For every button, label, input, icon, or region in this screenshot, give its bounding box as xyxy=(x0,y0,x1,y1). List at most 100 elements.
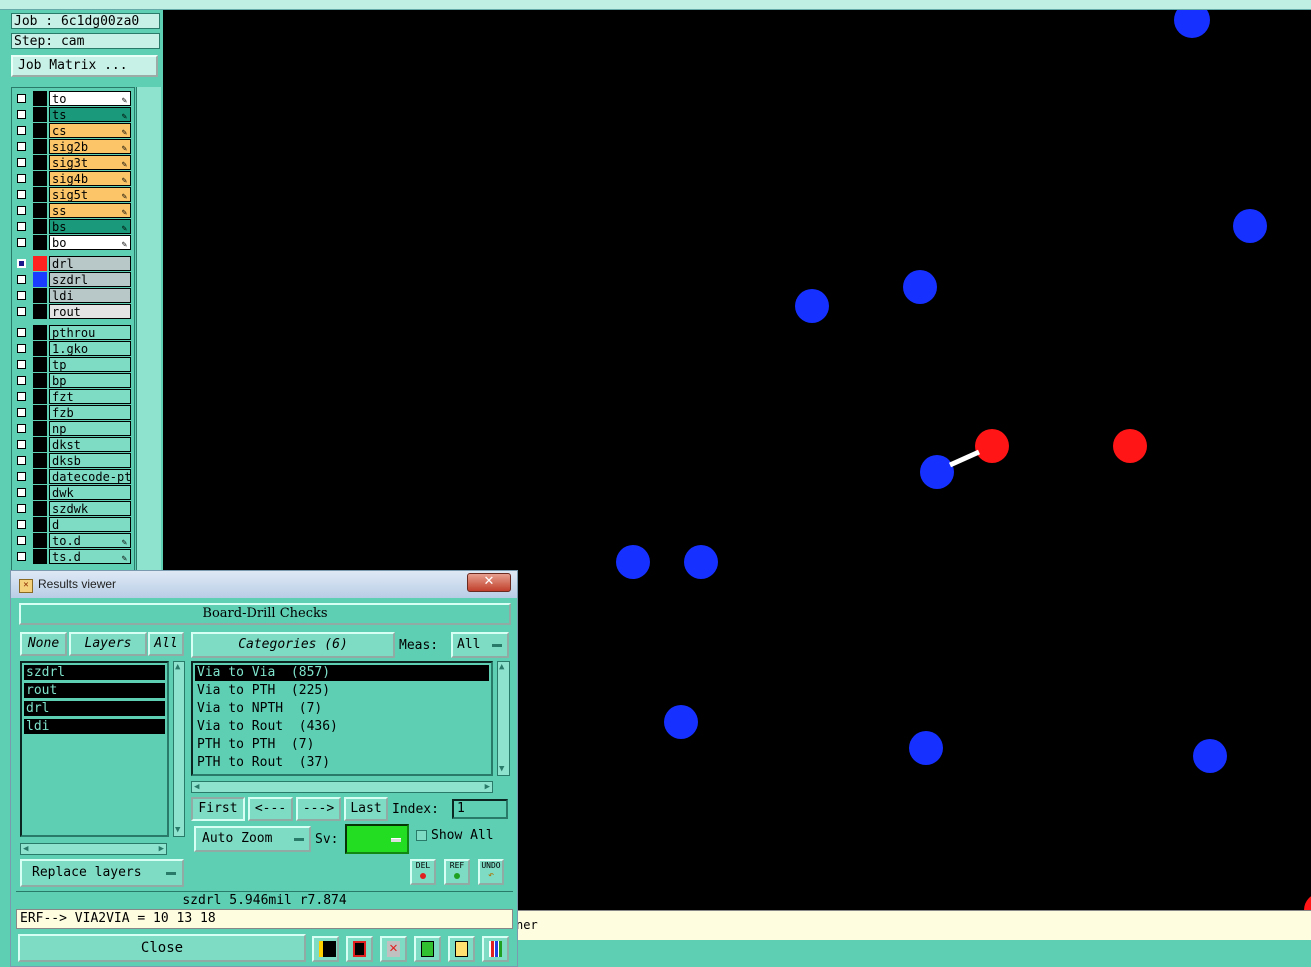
layer-row[interactable]: fzt xyxy=(14,389,134,404)
layer-checkbox[interactable] xyxy=(17,307,26,316)
layer-checkbox[interactable] xyxy=(17,94,26,103)
layer-name[interactable]: szdwk xyxy=(49,501,131,516)
undo-button[interactable]: UNDO ↶ xyxy=(478,859,504,885)
layer-color-swatch[interactable] xyxy=(33,123,47,138)
layer-name[interactable]: dwk xyxy=(49,485,131,500)
layer-row[interactable]: ts ✎ xyxy=(14,107,134,122)
layer-row[interactable]: ss ✎ xyxy=(14,203,134,218)
delete-result-button[interactable]: DEL xyxy=(410,859,436,885)
layer-color-swatch[interactable] xyxy=(33,517,47,532)
scroll-down-icon[interactable]: ▼ xyxy=(499,765,504,774)
layer-name[interactable]: drl xyxy=(49,256,131,271)
layer-checkbox[interactable] xyxy=(17,392,26,401)
result-layer-item[interactable]: szdrl xyxy=(24,665,165,680)
layer-row[interactable]: szdrl xyxy=(14,272,134,287)
layer-row[interactable]: ts.d ✎ xyxy=(14,549,134,564)
categories-hscroll[interactable]: ◀ ▶ xyxy=(191,781,493,793)
layer-name[interactable]: sig3t ✎ xyxy=(49,155,131,170)
scroll-down-icon[interactable]: ▼ xyxy=(175,826,180,835)
layer-checkbox[interactable] xyxy=(17,174,26,183)
layer-checkbox[interactable] xyxy=(17,520,26,529)
show-selection-tool[interactable] xyxy=(346,936,373,962)
layer-row[interactable]: sig5t ✎ xyxy=(14,187,134,202)
layer-row[interactable]: fzb xyxy=(14,405,134,420)
layer-checkbox[interactable] xyxy=(17,190,26,199)
layer-row[interactable]: bp xyxy=(14,373,134,388)
layer-checkbox[interactable] xyxy=(17,376,26,385)
layer-name[interactable]: dkst xyxy=(49,437,131,452)
layer-checkbox[interactable] xyxy=(17,552,26,561)
layer-name[interactable]: 1.gko xyxy=(49,341,131,356)
layer-list-scrollbar[interactable] xyxy=(136,87,161,570)
index-input[interactable]: 1 xyxy=(452,799,508,819)
category-item[interactable]: PTH to PTH (7) xyxy=(195,737,489,753)
layer-name[interactable]: sig2b ✎ xyxy=(49,139,131,154)
layer-checkbox[interactable] xyxy=(17,275,26,284)
layer-row[interactable]: tp xyxy=(14,357,134,372)
layer-checkbox[interactable] xyxy=(17,291,26,300)
layer-checkbox[interactable] xyxy=(17,259,26,268)
layer-color-swatch[interactable] xyxy=(33,256,47,271)
scroll-left-icon[interactable]: ◀ xyxy=(23,845,28,854)
layer-row[interactable]: dkst xyxy=(14,437,134,452)
categories-list[interactable]: Via to Via (857) Via to PTH (225) Via to N… xyxy=(191,661,493,776)
layer-color-swatch[interactable] xyxy=(33,469,47,484)
layer-color-swatch[interactable] xyxy=(33,171,47,186)
layer-name[interactable]: ldi xyxy=(49,288,131,303)
statistics-tool[interactable] xyxy=(482,936,509,962)
result-layer-item[interactable]: drl xyxy=(24,701,165,716)
layer-color-swatch[interactable] xyxy=(33,304,47,319)
result-layer-item[interactable]: rout xyxy=(24,683,165,698)
none-button[interactable]: None xyxy=(20,632,67,656)
layer-color-swatch[interactable] xyxy=(33,203,47,218)
prev-button[interactable]: <--- xyxy=(248,797,293,821)
layer-name[interactable]: tp xyxy=(49,357,131,372)
show-all-checkbox[interactable] xyxy=(416,830,427,841)
layer-color-swatch[interactable] xyxy=(33,549,47,564)
layer-color-swatch[interactable] xyxy=(33,421,47,436)
categories-button[interactable]: Categories (6) xyxy=(191,632,395,658)
layer-color-swatch[interactable] xyxy=(33,219,47,234)
auto-zoom-dropdown[interactable]: Auto Zoom xyxy=(194,826,311,852)
layer-checkbox[interactable] xyxy=(17,536,26,545)
category-item[interactable]: Via to PTH (225) xyxy=(195,683,489,699)
layer-checkbox[interactable] xyxy=(17,222,26,231)
layer-name[interactable]: szdrl xyxy=(49,272,131,287)
clear-markers-tool[interactable]: ✕ xyxy=(380,936,407,962)
scroll-right-icon[interactable]: ▶ xyxy=(485,783,490,792)
category-item[interactable]: Via to Rout (436) xyxy=(195,719,489,735)
category-item[interactable]: Via to NPTH (7) xyxy=(195,701,489,717)
layer-name[interactable]: to ✎ xyxy=(49,91,131,106)
layer-row[interactable]: to.d ✎ xyxy=(14,533,134,548)
result-layer-item[interactable]: ldi xyxy=(24,719,165,734)
layer-row[interactable]: ldi xyxy=(14,288,134,303)
layer-name[interactable]: d xyxy=(49,517,131,532)
layer-color-swatch[interactable] xyxy=(33,437,47,452)
layers-button[interactable]: Layers xyxy=(69,632,147,656)
layer-checkbox[interactable] xyxy=(17,360,26,369)
meas-dropdown[interactable]: All xyxy=(451,632,509,658)
layer-name[interactable]: sig5t ✎ xyxy=(49,187,131,202)
layer-name[interactable]: bo ✎ xyxy=(49,235,131,250)
layer-name[interactable]: cs ✎ xyxy=(49,123,131,138)
layer-checkbox[interactable] xyxy=(17,424,26,433)
layer-color-swatch[interactable] xyxy=(33,272,47,287)
page-select-tool[interactable] xyxy=(414,936,441,962)
layer-color-swatch[interactable] xyxy=(33,155,47,170)
graphic-marker-tool[interactable] xyxy=(312,936,339,962)
scroll-right-icon[interactable]: ▶ xyxy=(159,845,164,854)
layer-name[interactable]: dksb xyxy=(49,453,131,468)
layer-name[interactable]: rout xyxy=(49,304,131,319)
layer-name[interactable]: fzb xyxy=(49,405,131,420)
layer-name[interactable]: ss ✎ xyxy=(49,203,131,218)
layer-color-swatch[interactable] xyxy=(33,235,47,250)
layer-checkbox[interactable] xyxy=(17,126,26,135)
layer-name[interactable]: sig4b ✎ xyxy=(49,171,131,186)
layer-checkbox[interactable] xyxy=(17,158,26,167)
layer-name[interactable]: ts.d ✎ xyxy=(49,549,131,564)
first-button[interactable]: First xyxy=(191,797,245,821)
sv-color-dropdown[interactable] xyxy=(345,824,409,854)
layer-row[interactable]: bs ✎ xyxy=(14,219,134,234)
last-button[interactable]: Last xyxy=(344,797,388,821)
layer-checkbox[interactable] xyxy=(17,110,26,119)
